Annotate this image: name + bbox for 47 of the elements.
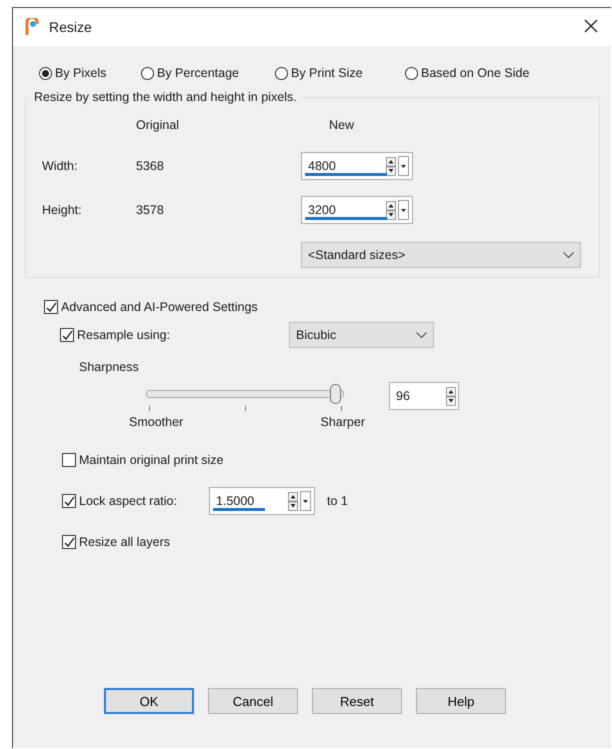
spin-field[interactable]: 4800 — [301, 152, 413, 180]
spin-arrows-icon[interactable] — [386, 156, 396, 176]
resample-dropdown[interactable]: Bicubic — [289, 322, 434, 348]
group-legend: Resize by setting the width and height in pixels. — [30, 90, 301, 104]
radio-option[interactable]: By Pixels — [39, 66, 141, 80]
original-value: 3578 — [136, 203, 165, 217]
checkbox[interactable] — [62, 535, 76, 549]
checkbox[interactable] — [62, 494, 76, 508]
checkbox-option[interactable]: Maintain original print size — [62, 453, 599, 467]
slider-min-label: Smoother — [129, 415, 184, 429]
checkbox[interactable] — [62, 453, 76, 467]
caret-down-icon[interactable] — [401, 208, 406, 212]
caret-down-icon[interactable] — [303, 500, 308, 502]
app-logo-icon — [25, 18, 39, 36]
standard-sizes-dropdown[interactable]: <Standard sizes> — [301, 242, 581, 268]
checkbox[interactable] — [44, 300, 58, 314]
spin-field[interactable]: 1.5000 — [209, 487, 315, 515]
slider-label: Sharpness — [79, 360, 140, 374]
ratio-suffix: to 1 — [327, 494, 348, 508]
field-label: Width: — [41, 159, 78, 173]
window-title: Resize — [49, 19, 93, 35]
radio-option[interactable]: By Print Size — [275, 66, 405, 80]
spin-arrows-icon[interactable] — [446, 386, 456, 406]
column-heading: New — [328, 117, 356, 134]
original-value: 5368 — [136, 159, 165, 173]
radio-option[interactable]: Based on One Side — [405, 66, 565, 80]
checkbox-option[interactable]: Resize all layers — [62, 535, 599, 549]
chevron-down-icon — [563, 252, 574, 258]
checkbox-option[interactable]: Resample using: — [60, 328, 289, 342]
spin-arrows-icon[interactable] — [288, 492, 298, 510]
slider-max-label: Sharper — [320, 415, 365, 429]
caret-down-icon[interactable] — [401, 164, 406, 168]
dialog-button[interactable]: OK — [104, 688, 194, 714]
spin-field[interactable]: 96 — [389, 382, 459, 410]
dialog-button[interactable]: Help — [416, 688, 506, 714]
spin-arrows-icon[interactable] — [386, 200, 396, 220]
dialog-button[interactable]: Reset — [312, 688, 402, 714]
field-label: Height: — [41, 203, 83, 217]
chevron-down-icon — [416, 332, 427, 338]
dialog-button[interactable]: Cancel — [208, 688, 298, 714]
slider-thumb[interactable] — [330, 384, 342, 404]
radio-option[interactable]: By Percentage — [141, 66, 275, 80]
column-heading: Original — [136, 117, 180, 134]
spin-field[interactable]: 3200 — [301, 196, 413, 224]
checkbox-option[interactable]: Lock aspect ratio: — [62, 494, 209, 508]
checkbox-option[interactable]: Advanced and AI-Powered Settings — [44, 300, 599, 314]
checkbox[interactable] — [60, 328, 74, 342]
